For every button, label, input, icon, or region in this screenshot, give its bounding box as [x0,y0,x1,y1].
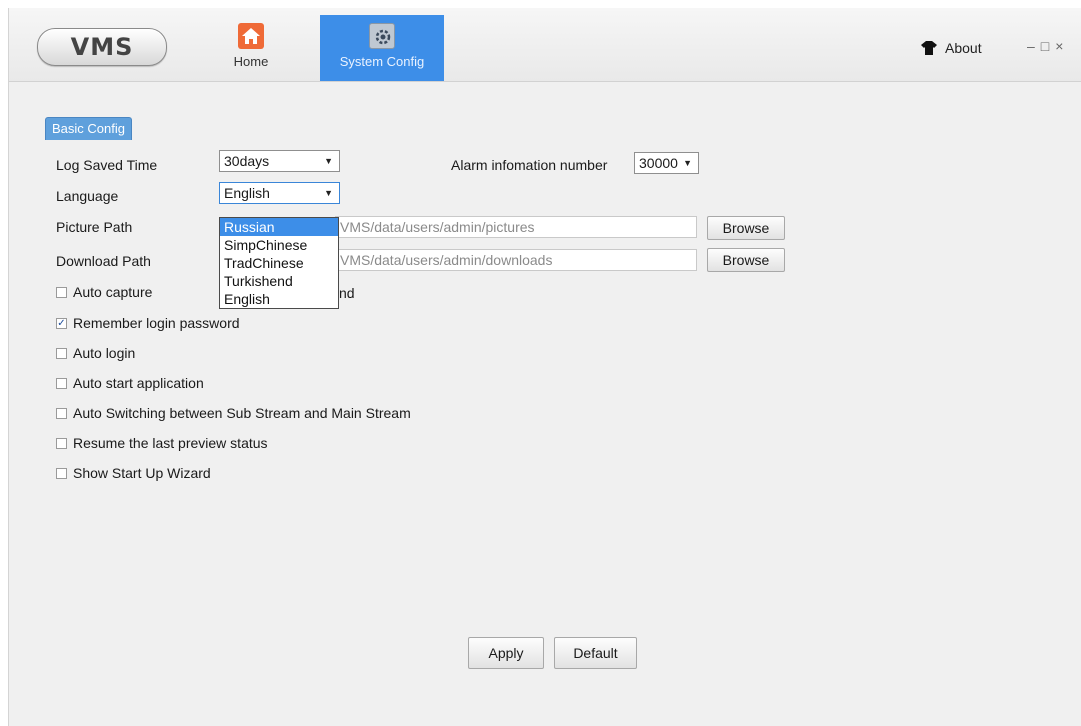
checkbox-box: ✓ [56,317,67,329]
picture-path-field[interactable]: VMS/data/users/admin/pictures [335,216,697,238]
nav-home-label: Home [233,54,269,69]
language-option[interactable]: Turkishend [220,272,338,290]
about-label: About [945,40,982,56]
language-label: Language [56,188,119,204]
window-controls[interactable]: –□× [1027,38,1069,54]
checkbox-label: Auto Switching between Sub Stream and Ma… [73,405,411,421]
shirt-icon [921,41,937,55]
download-path-label: Download Path [56,253,151,269]
browse-picture-button[interactable]: Browse [707,216,785,240]
download-path-field[interactable]: VMS/data/users/admin/downloads [335,249,697,271]
checkbox-label: Auto login [73,345,136,361]
auto-capture-trailing-text: nd [339,285,355,301]
top-bar: VMS Home System Config About –□× [9,8,1081,82]
language-option[interactable]: English [220,290,338,308]
checkbox-box [56,377,67,389]
browse-download-button[interactable]: Browse [707,248,785,272]
checkbox-auto-switching[interactable]: Auto Switching between Sub Stream and Ma… [56,405,411,421]
chevron-down-icon: ▼ [683,158,692,168]
tab-basic-config[interactable]: Basic Config [45,117,132,140]
language-option[interactable]: TradChinese [220,254,338,272]
vms-window: VMS Home System Config About –□× Basic C… [8,8,1081,726]
language-dropdown: Russian SimpChinese TradChinese Turkishe… [219,217,339,309]
nav-system-config[interactable]: System Config [320,15,444,81]
nav-system-config-label: System Config [339,54,425,69]
checkbox-start-wizard[interactable]: Show Start Up Wizard [56,465,211,481]
auto-capture-label: Auto capture [73,284,153,300]
checkbox-box [56,347,67,359]
nav-home[interactable]: Home [222,15,280,81]
checkbox-remember-password[interactable]: ✓ Remember login password [56,315,240,331]
checkbox-label: Auto start application [73,375,204,391]
log-saved-time-label: Log Saved Time [56,157,158,173]
checkbox-auto-start[interactable]: Auto start application [56,375,204,391]
checkbox-label: Resume the last preview status [73,435,268,451]
chevron-down-icon: ▼ [324,188,333,198]
checkbox-box [56,467,67,479]
log-saved-time-select[interactable]: 30days ▼ [219,150,340,172]
gear-icon [369,23,395,49]
language-option[interactable]: SimpChinese [220,236,338,254]
language-option[interactable]: Russian [220,218,338,236]
apply-button[interactable]: Apply [468,637,544,669]
home-icon [238,23,264,49]
checkbox-box [56,437,67,449]
alarm-info-label: Alarm infomation number [451,157,608,173]
about-button[interactable]: About [921,40,982,56]
checkbox-box [56,407,67,419]
language-value: English [224,185,270,201]
alarm-info-value: 30000 [639,155,678,171]
auto-capture-checkbox[interactable]: Auto capture [56,284,152,300]
checkbox-auto-login[interactable]: Auto login [56,345,135,361]
picture-path-label: Picture Path [56,219,133,235]
checkbox-box [56,286,67,298]
log-saved-time-value: 30days [224,153,270,169]
default-button[interactable]: Default [554,637,637,669]
language-select[interactable]: English ▼ [219,182,340,204]
chevron-down-icon: ▼ [324,156,333,166]
vms-logo: VMS [37,28,167,66]
checkbox-label: Show Start Up Wizard [73,465,211,481]
alarm-info-select[interactable]: 30000 ▼ [634,152,699,174]
checkbox-label: Remember login password [73,315,240,331]
checkbox-resume-preview[interactable]: Resume the last preview status [56,435,268,451]
